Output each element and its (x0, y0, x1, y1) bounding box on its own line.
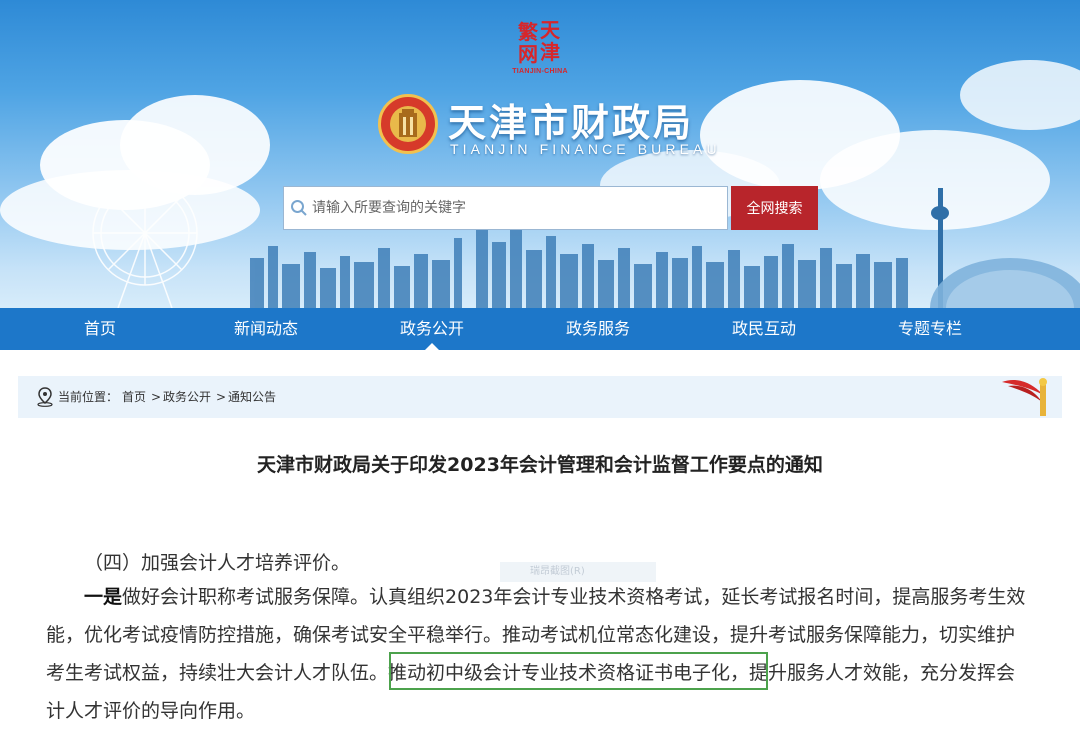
paragraph-text: 考生考试权益，持续壮大会计人才队伍。 (46, 662, 389, 684)
highlighted-text: 推动初中级会计专业技术资格证书电子化， (388, 662, 750, 684)
site-title: 天津市财政局 (448, 101, 695, 145)
breadcrumb: 当前位置： 首页 > 政务公开 > 通知公告 (18, 376, 1062, 418)
nav-item-interaction[interactable]: 政民互动 (664, 308, 864, 350)
paragraph-line: 一是做好会计职称考试服务保障。认真组织2023年会计专业技术资格考试，延长考试报… (84, 578, 1025, 616)
site-subtitle: TIANJIN FINANCE BUREAU (450, 141, 721, 157)
paragraph-line: 能，优化考试疫情防控措施，确保考试安全平稳举行。推动考试机位常态化建设，提升考试… (46, 624, 1016, 646)
paragraph-text: 做好会计职称考试服务保障。认真组织2023年会计专业技术资格考试，延长考试报名时… (122, 586, 1026, 608)
seal-char: 网 (518, 42, 538, 66)
search-box (283, 186, 728, 230)
header-banner: 天 津 繁 网 TIANJIN-CHINA 天津市财政局 TIANJIN FIN… (0, 0, 1080, 308)
main-nav: 首页 新闻动态 政务公开 政务服务 政民互动 专题专栏 (0, 308, 1080, 350)
breadcrumb-label: 当前位置： (58, 390, 119, 404)
search-icon (291, 200, 307, 216)
finance-bureau-emblem-icon (378, 94, 438, 154)
breadcrumb-gov-affairs-link[interactable]: 政务公开 (163, 389, 211, 405)
seal-char: 繁 (518, 20, 538, 44)
nav-item-gov-services[interactable]: 政务服务 (532, 308, 664, 350)
lead-bold-text: 一是 (84, 586, 123, 608)
nav-item-special-topics[interactable]: 专题专栏 (864, 308, 996, 350)
cloud-decoration (960, 60, 1080, 130)
nav-item-home[interactable]: 首页 (0, 308, 200, 350)
breadcrumb-notices-link[interactable]: 通知公告 (228, 389, 276, 405)
location-pin-icon (37, 387, 53, 407)
paragraph-line: 计人才评价的导向作用。 (46, 700, 256, 722)
breadcrumb-separator: > (216, 390, 227, 404)
seal-subtitle: TIANJIN-CHINA (512, 68, 568, 75)
breadcrumb-home-link[interactable]: 首页 (122, 389, 146, 405)
seal-char: 津 (540, 40, 560, 64)
breadcrumb-separator: > (151, 390, 162, 404)
paragraph-line: 考生考试权益，持续壮大会计人才队伍。推动初中级会计专业技术资格证书电子化，提升服… (46, 654, 1015, 692)
nav-item-gov-affairs-public[interactable]: 政务公开 (332, 308, 532, 350)
red-ribbon-decoration-icon (1002, 378, 1047, 416)
tianjin-china-seal-logo: 天 津 繁 网 TIANJIN-CHINA (512, 20, 568, 78)
search-input[interactable] (312, 187, 722, 229)
site-search-button[interactable]: 全网搜索 (731, 186, 818, 230)
paragraph-text: 提升服务人才效能，充分发挥会 (749, 662, 1016, 684)
nav-item-news[interactable]: 新闻动态 (200, 308, 332, 350)
article-title: 天津市财政局关于印发2023年会计管理和会计监督工作要点的通知 (257, 454, 823, 476)
seal-char: 天 (540, 18, 560, 42)
